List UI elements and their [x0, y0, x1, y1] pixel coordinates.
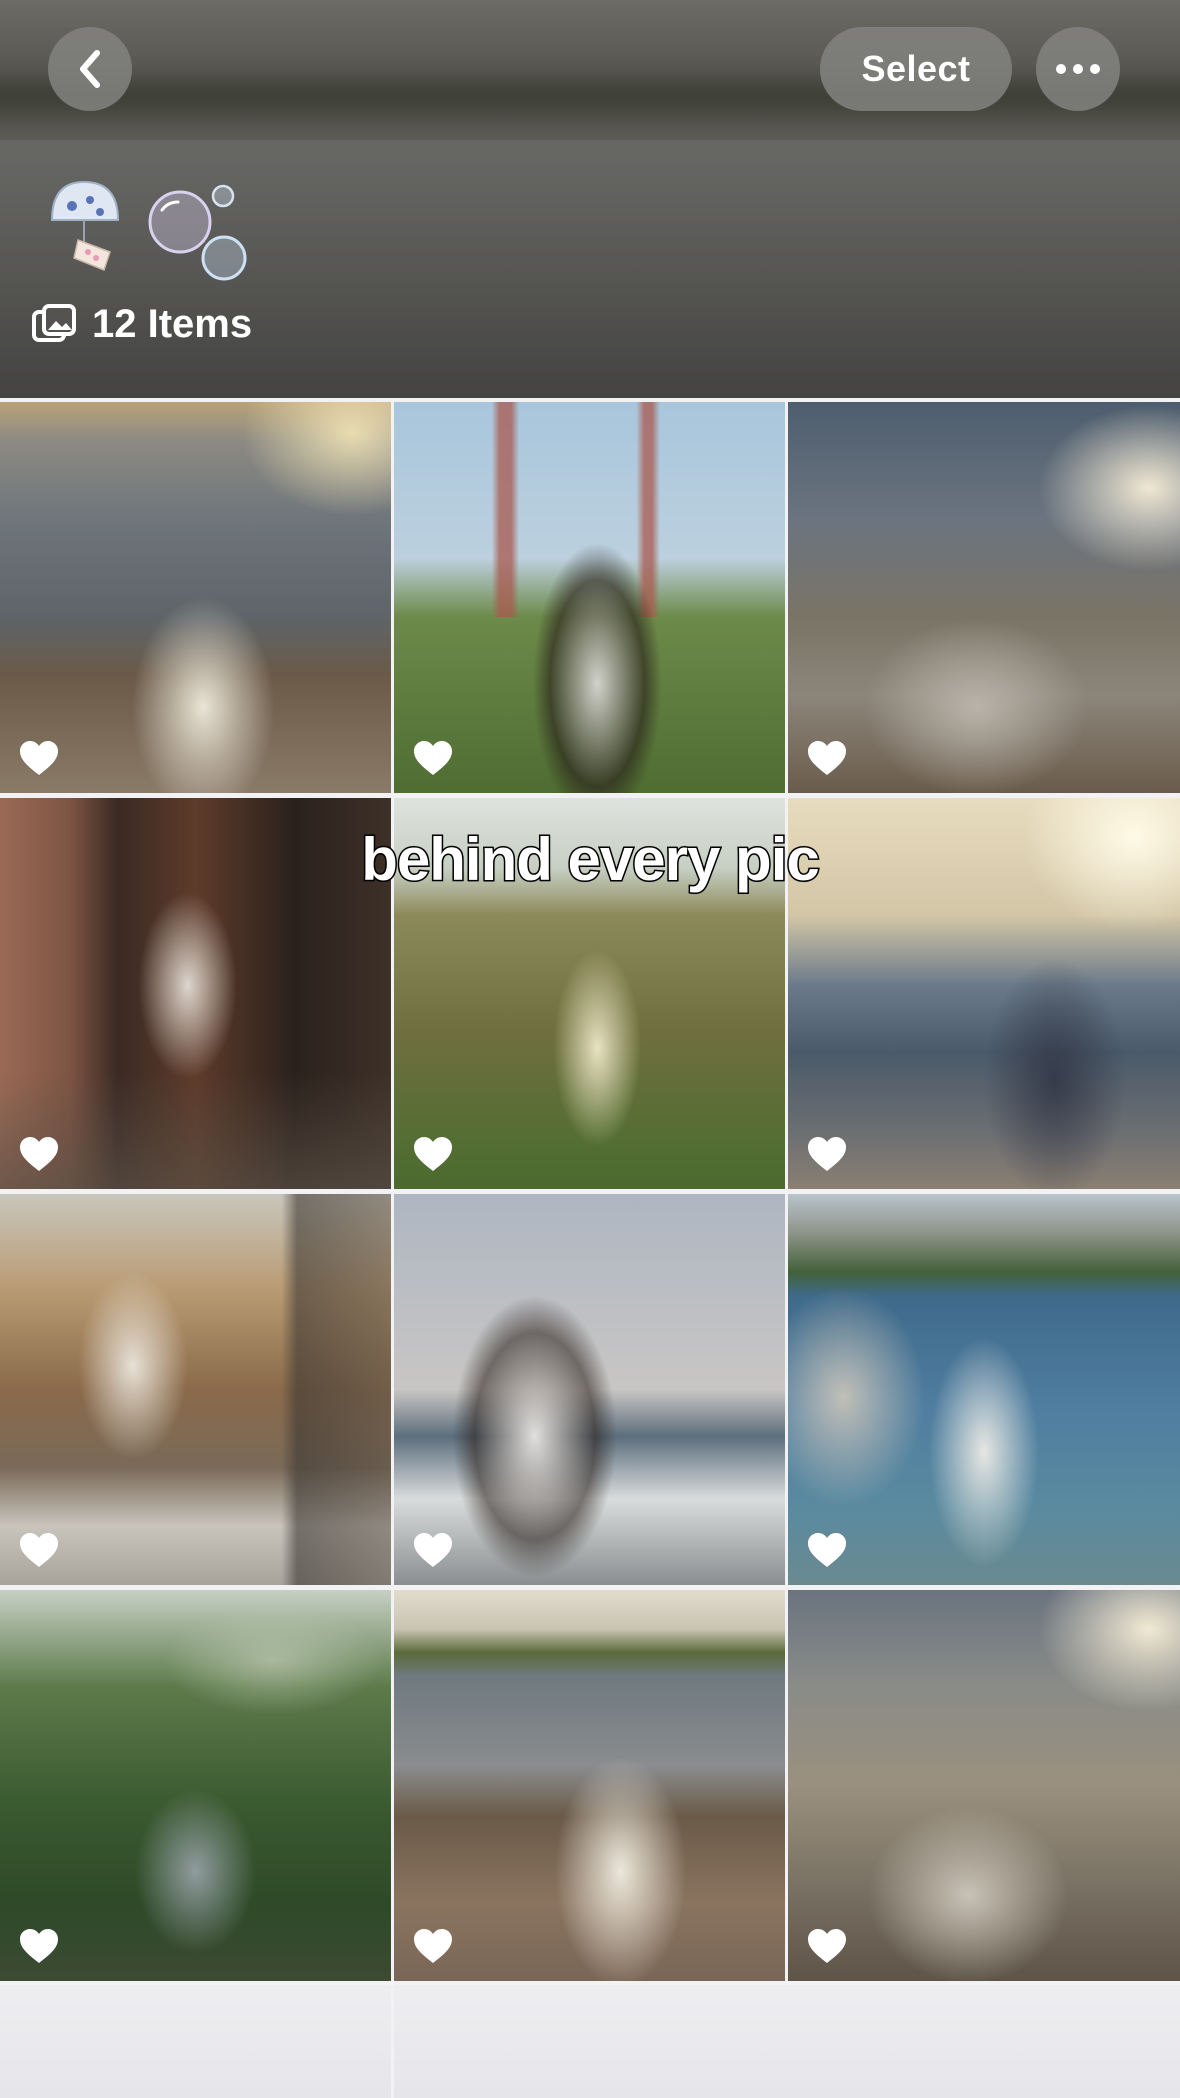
more-options-button[interactable]	[1036, 27, 1120, 111]
photo-tile[interactable]	[394, 1194, 785, 1585]
items-count-row: 12 Items	[32, 298, 252, 350]
bubbles-icon	[148, 184, 247, 281]
heart-icon[interactable]	[806, 1927, 848, 1965]
heart-icon[interactable]	[18, 1135, 60, 1173]
heart-icon[interactable]	[18, 739, 60, 777]
back-button[interactable]	[48, 27, 132, 111]
photo-tile[interactable]	[788, 402, 1180, 793]
items-count-label: 12 Items	[92, 301, 253, 346]
photo-tile[interactable]	[394, 1590, 785, 1981]
heart-icon[interactable]	[18, 1927, 60, 1965]
photo-tile[interactable]	[394, 402, 785, 793]
heart-icon[interactable]	[806, 1135, 848, 1173]
album-header: Select 12 Items	[0, 0, 1180, 398]
photo-grid	[0, 402, 1180, 1981]
back-chevron-icon	[80, 50, 100, 88]
placeholder-tile	[394, 1985, 1180, 2098]
select-button[interactable]: Select	[820, 27, 1012, 111]
heart-icon[interactable]	[412, 1927, 454, 1965]
album-emoji-stickers	[50, 180, 247, 281]
grid-bottom-placeholder	[0, 1985, 1180, 2098]
wind-chime-icon	[50, 180, 120, 271]
placeholder-tile	[0, 1985, 391, 2098]
heart-icon[interactable]	[806, 739, 848, 777]
heart-icon[interactable]	[412, 1135, 454, 1173]
heart-icon[interactable]	[806, 1531, 848, 1569]
photo-tile[interactable]	[788, 1194, 1180, 1585]
photo-tile[interactable]	[788, 1590, 1180, 1981]
photo-stack-icon	[32, 304, 76, 342]
more-ellipsis-icon	[1056, 64, 1100, 74]
photo-tile[interactable]	[0, 1194, 391, 1585]
heart-icon[interactable]	[18, 1531, 60, 1569]
heart-icon[interactable]	[412, 739, 454, 777]
photo-tile[interactable]	[0, 1590, 391, 1981]
overlay-caption: behind every pic	[360, 825, 822, 895]
photo-tile[interactable]	[0, 402, 391, 793]
heart-icon[interactable]	[412, 1531, 454, 1569]
